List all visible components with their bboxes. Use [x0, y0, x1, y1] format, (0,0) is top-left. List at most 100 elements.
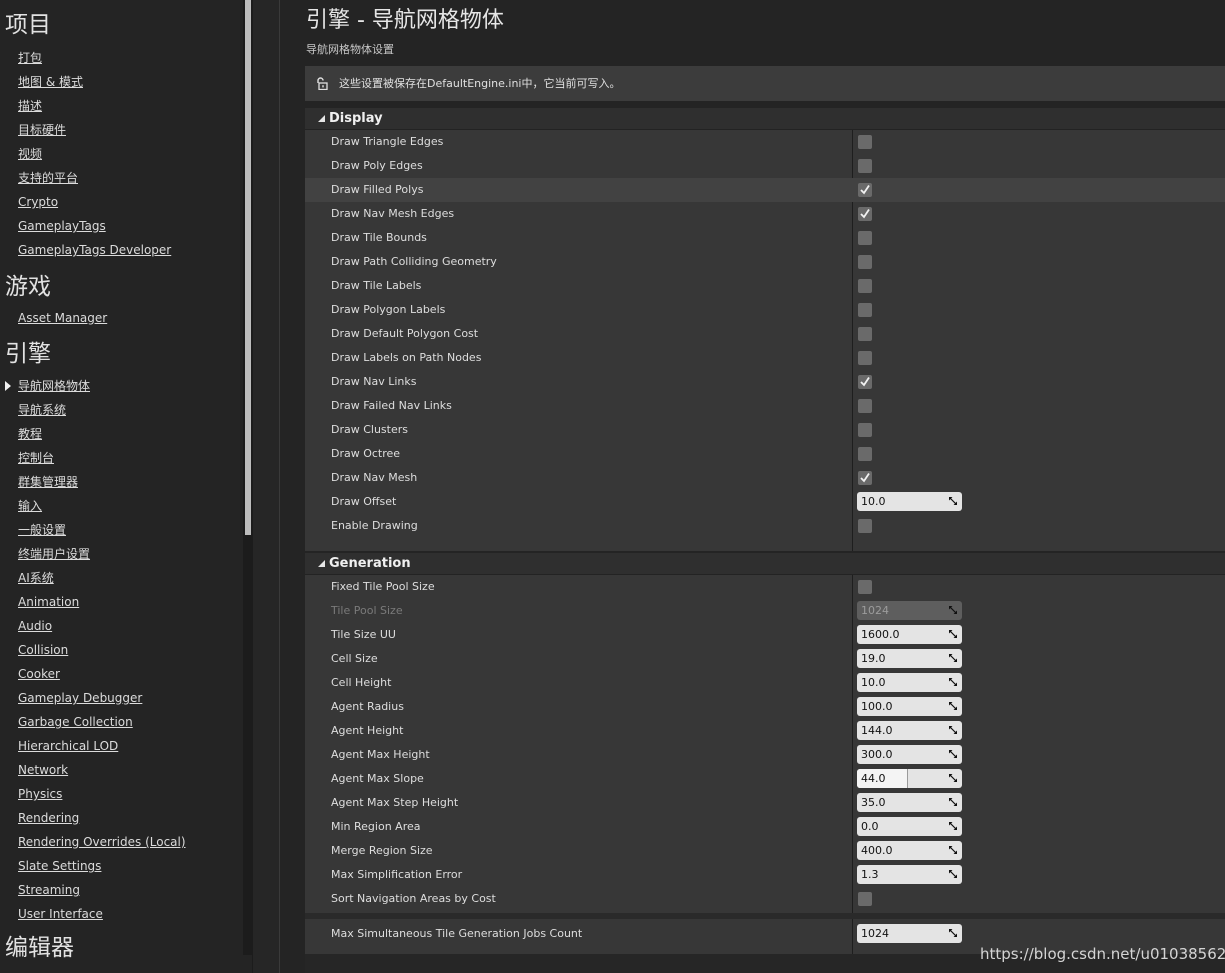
- config-notice-text: 这些设置被保存在DefaultEngine.ini中，它当前可写入。: [339, 77, 621, 90]
- sidebar-item[interactable]: 打包: [18, 50, 42, 66]
- panel-splitter[interactable]: [252, 0, 280, 973]
- sidebar-item[interactable]: 终端用户设置: [18, 546, 90, 562]
- sidebar-item[interactable]: Audio: [18, 618, 52, 634]
- min-region-area-number-field[interactable]: 0.0: [857, 817, 962, 836]
- property-row-max-simplification-error: Max Simplification Error 1.3: [305, 863, 1225, 887]
- property-label: Draw Tile Labels: [331, 279, 422, 292]
- sidebar-item[interactable]: Garbage Collection: [18, 714, 133, 730]
- property-label: Agent Max Slope: [331, 772, 424, 785]
- sidebar-item[interactable]: Crypto: [18, 194, 58, 210]
- draw-triangle-edges-checkbox[interactable]: [858, 135, 872, 149]
- checkmark-icon: [860, 209, 870, 219]
- number-value: 300.0: [861, 748, 893, 761]
- sidebar-item[interactable]: 支持的平台: [18, 170, 78, 186]
- category-title: 游戏: [5, 274, 51, 300]
- property-row-fixed-tile-pool-size: Fixed Tile Pool Size: [305, 575, 1225, 599]
- drag-resize-icon: [949, 774, 957, 782]
- sidebar-item[interactable]: Streaming: [18, 882, 80, 898]
- draw-clusters-checkbox[interactable]: [858, 423, 872, 437]
- drag-resize-icon: [949, 606, 957, 614]
- sidebar-item[interactable]: GameplayTags: [18, 218, 106, 234]
- property-label: Draw Polygon Labels: [331, 303, 446, 316]
- sidebar-item[interactable]: Hierarchical LOD: [18, 738, 118, 754]
- cell-height-number-field[interactable]: 10.0: [857, 673, 962, 692]
- watermark-text: https://blog.csdn.net/u010385624: [980, 945, 1225, 963]
- sidebar-item[interactable]: AI系统: [18, 570, 54, 586]
- max-simplification-error-number-field[interactable]: 1.3: [857, 865, 962, 884]
- sidebar-item[interactable]: User Interface: [18, 906, 103, 922]
- drag-resize-icon: [949, 929, 957, 937]
- sidebar-item[interactable]: Collision: [18, 642, 68, 658]
- sidebar-item[interactable]: Asset Manager: [18, 310, 107, 326]
- agent-radius-number-field[interactable]: 100.0: [857, 697, 962, 716]
- sidebar-item[interactable]: 描述: [18, 98, 42, 114]
- agent-max-height-number-field[interactable]: 300.0: [857, 745, 962, 764]
- property-row-max-simultaneous-tile-generation-jobs-count: Max Simultaneous Tile Generation Jobs Co…: [305, 922, 1225, 946]
- draw-nav-links-checkbox[interactable]: [858, 375, 872, 389]
- sidebar-item[interactable]: Physics: [18, 786, 62, 802]
- property-label: Merge Region Size: [331, 844, 433, 857]
- sort-navigation-areas-by-cost-checkbox[interactable]: [858, 892, 872, 906]
- sidebar-item[interactable]: Rendering Overrides (Local): [18, 834, 186, 850]
- sidebar-item[interactable]: GameplayTags Developer: [18, 242, 171, 258]
- merge-region-size-number-field[interactable]: 400.0: [857, 841, 962, 860]
- property-label: Max Simultaneous Tile Generation Jobs Co…: [331, 927, 583, 940]
- property-row-draw-labels-on-path-nodes: Draw Labels on Path Nodes: [305, 346, 1225, 370]
- agent-max-step-height-number-field[interactable]: 35.0: [857, 793, 962, 812]
- sidebar-item[interactable]: Network: [18, 762, 68, 778]
- property-row-agent-height: Agent Height 144.0: [305, 719, 1225, 743]
- tile-size-uu-number-field[interactable]: 1600.0: [857, 625, 962, 644]
- draw-tile-bounds-checkbox[interactable]: [858, 231, 872, 245]
- draw-default-polygon-cost-checkbox[interactable]: [858, 327, 872, 341]
- number-value: 10.0: [861, 676, 886, 689]
- sidebar-scrollbar-thumb[interactable]: [245, 0, 251, 535]
- draw-octree-checkbox[interactable]: [858, 447, 872, 461]
- property-label: Agent Radius: [331, 700, 404, 713]
- agent-height-number-field[interactable]: 144.0: [857, 721, 962, 740]
- category-title: 编辑器: [5, 935, 74, 961]
- draw-offset-number-field[interactable]: 10.0: [857, 492, 962, 511]
- draw-path-colliding-geometry-checkbox[interactable]: [858, 255, 872, 269]
- draw-poly-edges-checkbox[interactable]: [858, 159, 872, 173]
- max-simultaneous-tile-generation-jobs-count-number-field[interactable]: 1024: [857, 924, 962, 943]
- property-row-draw-nav-links: Draw Nav Links: [305, 370, 1225, 394]
- panel-divider-line: [279, 0, 280, 973]
- sidebar-item[interactable]: Gameplay Debugger: [18, 690, 142, 706]
- property-row-draw-tile-labels: Draw Tile Labels: [305, 274, 1225, 298]
- draw-filled-polys-checkbox[interactable]: [858, 183, 872, 197]
- agent-max-slope-number-field[interactable]: 44.0: [857, 769, 962, 788]
- draw-labels-on-path-nodes-checkbox[interactable]: [858, 351, 872, 365]
- property-label: Draw Tile Bounds: [331, 231, 427, 244]
- draw-nav-mesh-checkbox[interactable]: [858, 471, 872, 485]
- draw-polygon-labels-checkbox[interactable]: [858, 303, 872, 317]
- sidebar-item[interactable]: 控制台: [18, 450, 54, 466]
- collapse-triangle-icon: [318, 115, 325, 122]
- sidebar-item[interactable]: 地图 & 模式: [18, 74, 83, 90]
- sidebar-item[interactable]: 群集管理器: [18, 474, 78, 490]
- sidebar-item[interactable]: 目标硬件: [18, 122, 66, 138]
- drag-resize-icon: [949, 846, 957, 854]
- sidebar-item[interactable]: 导航系统: [18, 402, 66, 418]
- section-header-generation[interactable]: Generation: [305, 553, 1225, 575]
- sidebar-item[interactable]: Cooker: [18, 666, 60, 682]
- cell-size-number-field[interactable]: 19.0: [857, 649, 962, 668]
- fixed-tile-pool-size-checkbox[interactable]: [858, 580, 872, 594]
- sidebar-item[interactable]: Slate Settings: [18, 858, 101, 874]
- sidebar-item[interactable]: 输入: [18, 498, 42, 514]
- sidebar-item[interactable]: 教程: [18, 426, 42, 442]
- sidebar-item[interactable]: Rendering: [18, 810, 79, 826]
- property-row-draw-offset: Draw Offset 10.0: [305, 490, 1225, 514]
- number-value: 19.0: [861, 652, 886, 665]
- sidebar-item[interactable]: 导航网格物体: [18, 378, 90, 394]
- category-title: 引擎: [5, 341, 51, 367]
- draw-failed-nav-links-checkbox[interactable]: [858, 399, 872, 413]
- sidebar-item[interactable]: 一般设置: [18, 522, 66, 538]
- draw-tile-labels-checkbox[interactable]: [858, 279, 872, 293]
- draw-nav-mesh-edges-checkbox[interactable]: [858, 207, 872, 221]
- section-header-display[interactable]: Display: [305, 108, 1225, 130]
- sidebar-item[interactable]: 视频: [18, 146, 42, 162]
- sidebar-item[interactable]: Animation: [18, 594, 79, 610]
- number-value: 1024: [861, 604, 889, 617]
- enable-drawing-checkbox[interactable]: [858, 519, 872, 533]
- property-row-enable-drawing: Enable Drawing: [305, 514, 1225, 538]
